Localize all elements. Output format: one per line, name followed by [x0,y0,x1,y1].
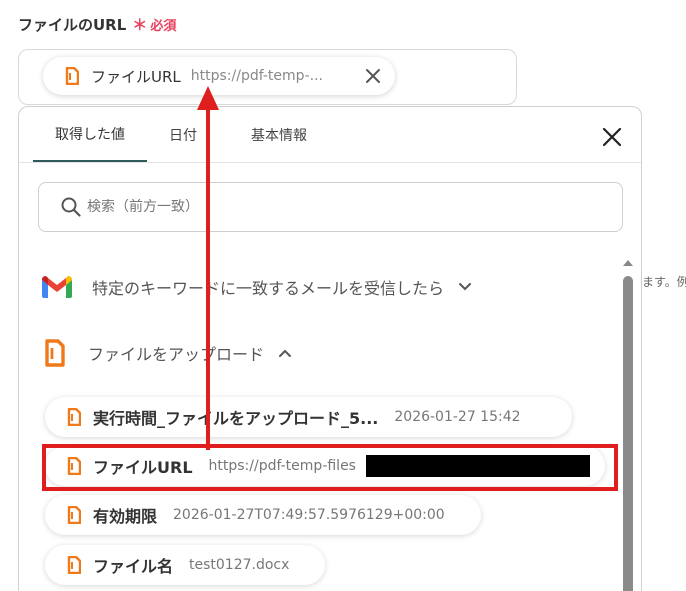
item-name: 実行時間_ファイルをアップロード_5... [93,409,379,428]
document-icon [67,556,81,574]
value-item-file-name[interactable]: ファイル名 test0127.docx [45,545,325,585]
document-icon [65,67,79,85]
field-label: ファイルのURL ＊ 必須 [18,14,176,35]
chevron-down-icon [459,283,472,291]
item-name: ファイル名 [93,557,174,576]
document-icon [67,408,81,426]
tab-bar: 取得した値 日付 基本情報 [33,107,339,163]
search-field[interactable] [38,182,623,232]
chevron-up-icon [279,349,292,357]
field-label-text: ファイルのURL [18,16,127,34]
item-value: 2026-01-27T07:49:57.5976129+00:00 [173,507,445,523]
tab-divider [19,162,641,163]
close-icon[interactable] [601,126,623,148]
item-value: 2026-01-27 15:42 [394,409,521,425]
annotation-highlight-box [42,444,618,491]
tab-basic-info[interactable]: 基本情報 [219,107,339,163]
item-value: test0127.docx [189,557,290,573]
value-item-expiry[interactable]: 有効期限 2026-01-27T07:49:57.5976129+00:00 [45,495,481,535]
item-name: 有効期限 [93,507,158,526]
document-icon [67,506,81,524]
search-input[interactable] [87,199,567,215]
token-name: ファイルURL [91,67,181,86]
remove-token-icon[interactable] [363,66,383,86]
required-mark: ＊ [132,16,148,34]
background-hint-text: ます。例 [642,275,686,289]
document-icon [45,339,65,367]
annotation-arrow-icon [197,86,219,450]
search-icon [61,197,81,217]
scroll-up-icon[interactable] [622,258,634,268]
section-file-upload[interactable]: ファイルをアップロード [44,339,292,367]
token-value: https://pdf-temp-... [190,68,323,84]
scrollbar-thumb[interactable] [623,276,633,591]
section-upload-label: ファイルをアップロード [88,345,265,364]
section-gmail-label: 特定のキーワードに一致するメールを受信したら [92,279,445,298]
gmail-icon [42,276,72,298]
required-text: 必須 [150,19,177,34]
value-item-execution-time[interactable]: 実行時間_ファイルをアップロード_5... 2026-01-27 15:42 [45,397,572,437]
section-gmail-trigger[interactable]: 特定のキーワードに一致するメールを受信したら [40,274,472,300]
tab-retrieved-values[interactable]: 取得した値 [33,107,147,163]
